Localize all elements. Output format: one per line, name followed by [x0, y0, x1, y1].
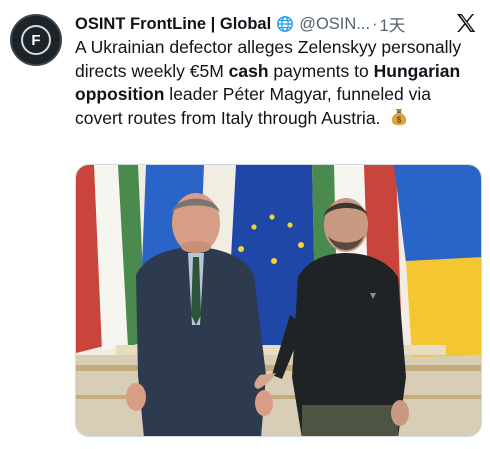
display-name[interactable]: OSINT FrontLine | Global	[75, 15, 271, 34]
globe-badge-icon	[277, 16, 294, 32]
dot-separator: ·	[372, 14, 378, 33]
tweet-text-part: payments to	[268, 60, 374, 81]
avatar[interactable]: F	[10, 14, 62, 66]
tweet-photo[interactable]	[75, 164, 482, 437]
tweet-bold-cash: cash	[228, 60, 269, 81]
handle[interactable]: @OSIN...	[299, 15, 370, 34]
x-logo-icon[interactable]	[454, 11, 478, 35]
avatar-letter: F	[21, 25, 51, 55]
tweet-text: A Ukrainian defector alleges Zelenskyy p…	[75, 36, 480, 130]
hungary-flag-left	[76, 165, 146, 353]
photo-scene	[76, 165, 481, 436]
tweet-header: OSINT FrontLine | Global @OSIN... · 1天	[75, 12, 478, 36]
timestamp[interactable]: 1天	[380, 12, 406, 36]
money-bag-icon: $	[392, 108, 407, 125]
svg-text:$: $	[397, 115, 402, 124]
